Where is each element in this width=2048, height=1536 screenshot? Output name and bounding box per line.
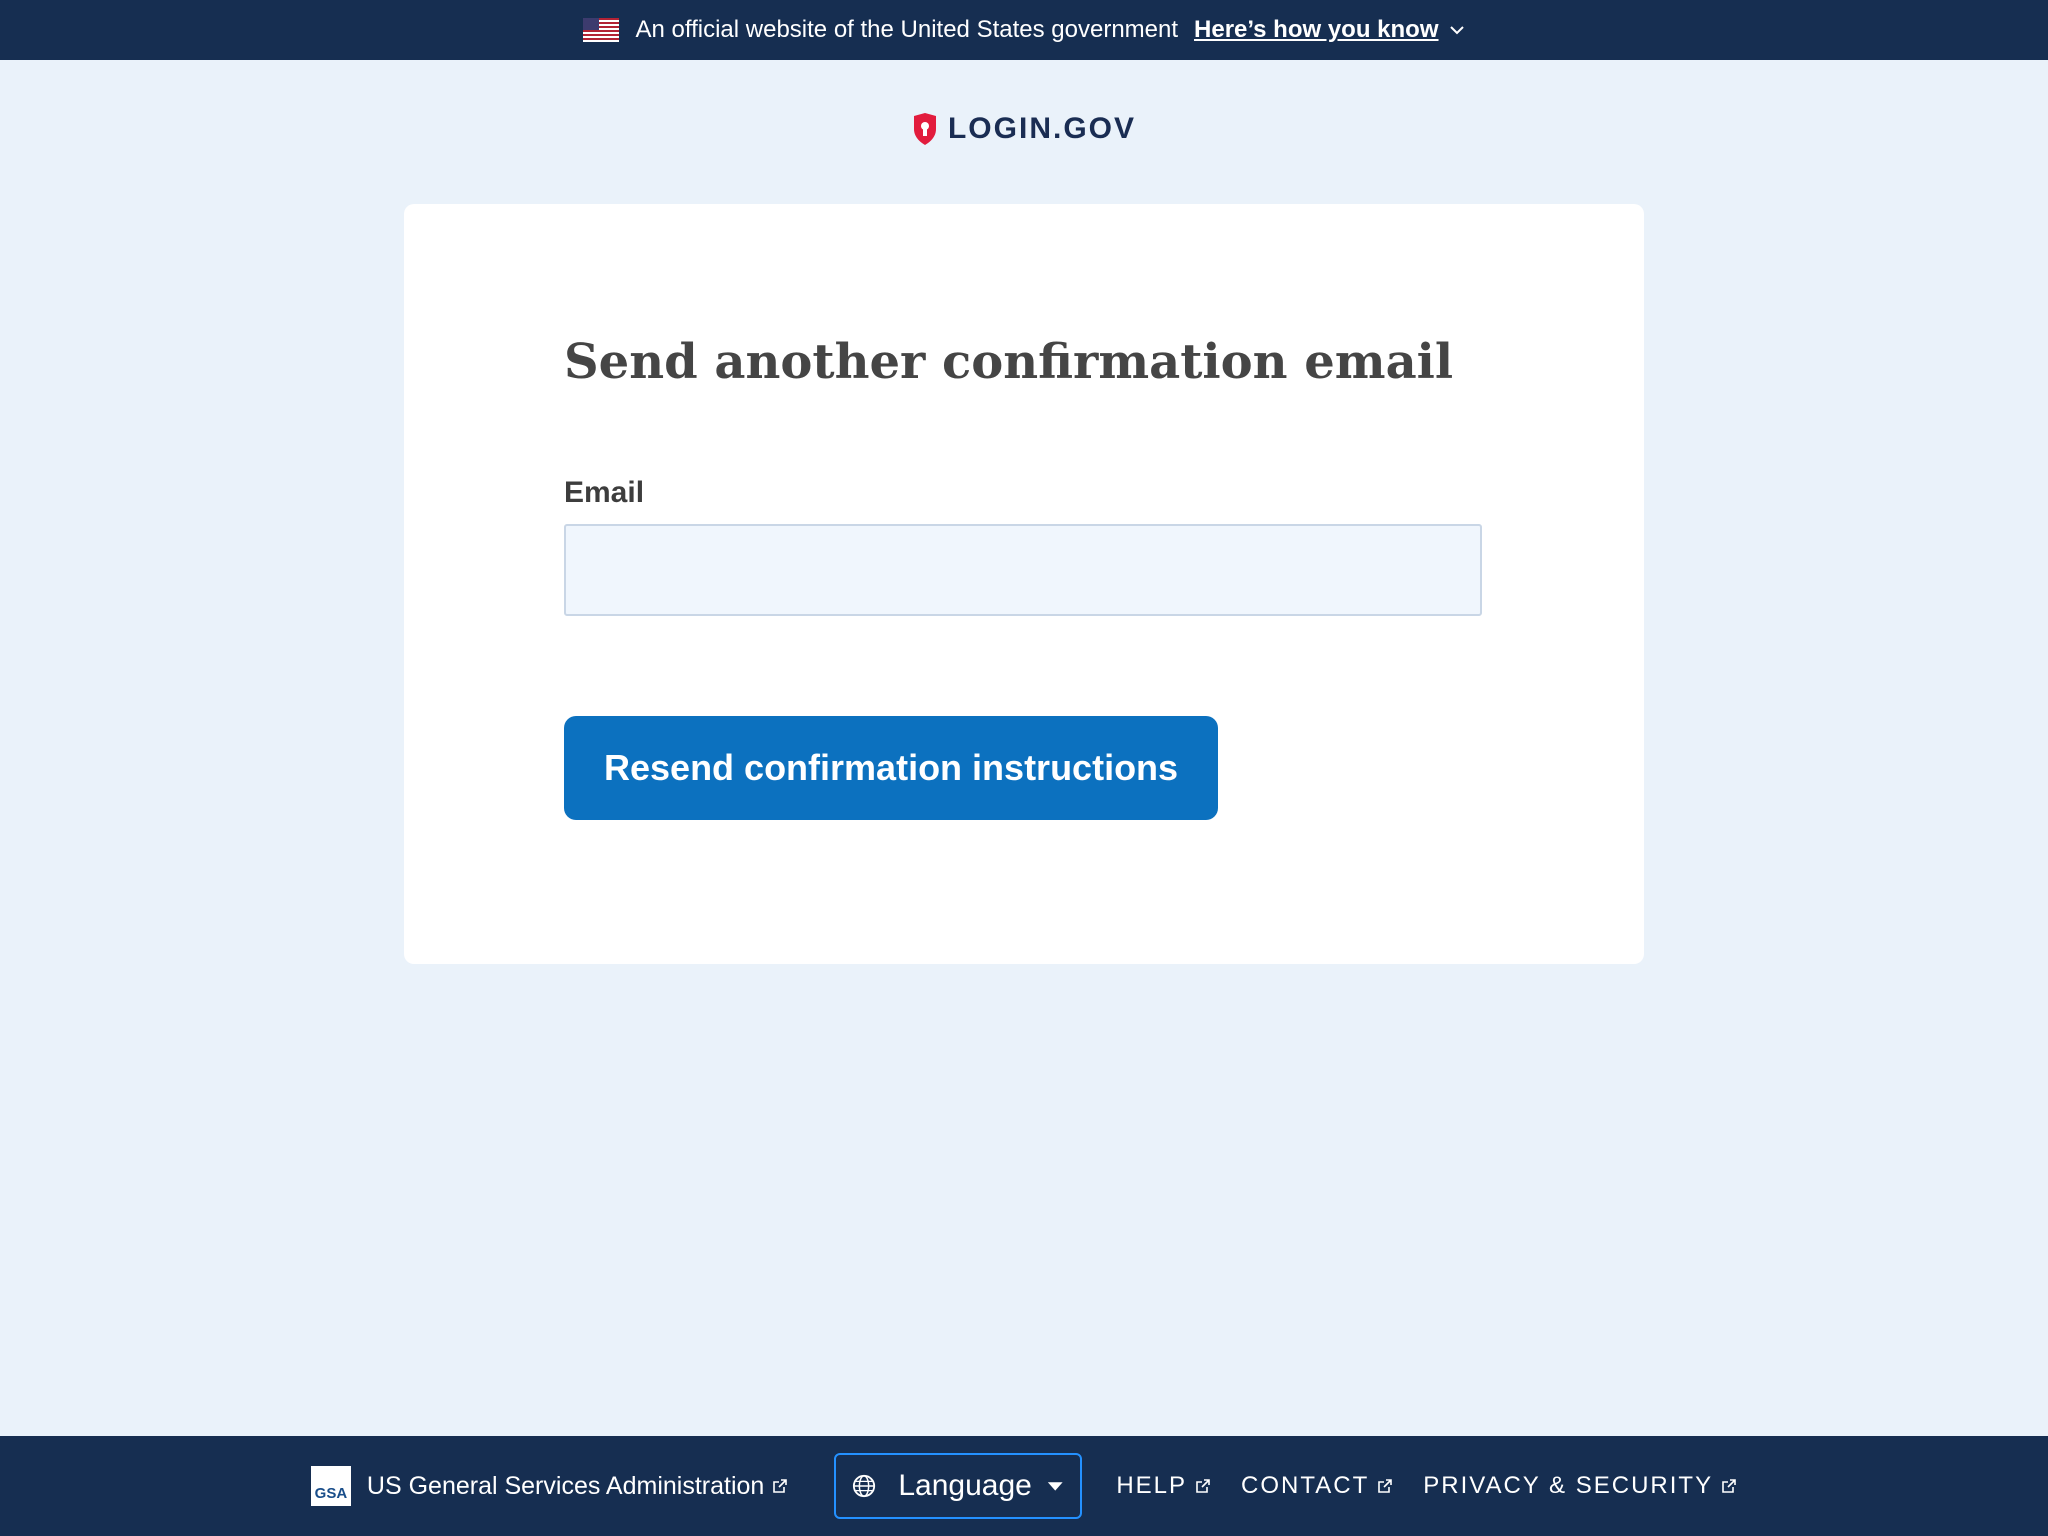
logo-text: LOGIN.GOV: [947, 112, 1136, 145]
footer-nav: HELP CONTACT PRIVACY & SECURITY: [1116, 1472, 1737, 1500]
resend-confirmation-button[interactable]: Resend confirmation instructions: [564, 716, 1219, 820]
external-link-icon: [773, 1479, 788, 1493]
heres-how-you-know-label: Here’s how you know: [1194, 16, 1439, 43]
gov-banner-text: An official website of the United States…: [635, 16, 1179, 43]
gsa-link[interactable]: GSA US General Services Administration: [310, 1466, 788, 1506]
privacy-security-link[interactable]: PRIVACY & SECURITY: [1423, 1472, 1737, 1500]
shield-keyhole-icon: [913, 113, 936, 145]
caret-down-icon: [1047, 1482, 1063, 1491]
page-title: Send another confirmation email: [564, 334, 1454, 390]
language-selector-button[interactable]: Language: [834, 1453, 1083, 1519]
gov-banner: An official website of the United States…: [0, 0, 2048, 60]
email-label: Email: [564, 476, 645, 509]
chevron-down-icon: [1449, 26, 1464, 35]
contact-link[interactable]: CONTACT: [1241, 1472, 1393, 1500]
help-link[interactable]: HELP: [1116, 1472, 1211, 1500]
gsa-link-label: US General Services Administration: [366, 1471, 765, 1500]
external-link-icon: [1378, 1479, 1393, 1493]
us-flag-icon: [583, 18, 620, 42]
gsa-logo-text: GSA: [314, 1485, 348, 1502]
main-card: Send another confirmation email Email Re…: [404, 204, 1644, 964]
external-link-icon: [1722, 1479, 1736, 1493]
email-field[interactable]: [564, 524, 1482, 616]
footer: GSA US General Services Administration L…: [0, 1436, 2048, 1536]
login-gov-logo[interactable]: LOGIN.GOV: [0, 112, 2048, 146]
external-link-icon: [1196, 1479, 1210, 1493]
privacy-security-link-label: PRIVACY & SECURITY: [1423, 1472, 1714, 1499]
globe-icon: [853, 1474, 876, 1498]
heres-how-you-know-link[interactable]: Here’s how you know: [1194, 16, 1465, 44]
help-link-label: HELP: [1116, 1472, 1188, 1499]
contact-link-label: CONTACT: [1241, 1472, 1370, 1499]
language-label: Language: [898, 1469, 1032, 1502]
gsa-logo: GSA: [310, 1466, 351, 1506]
footer-row: GSA US General Services Administration L…: [0, 1436, 2048, 1536]
